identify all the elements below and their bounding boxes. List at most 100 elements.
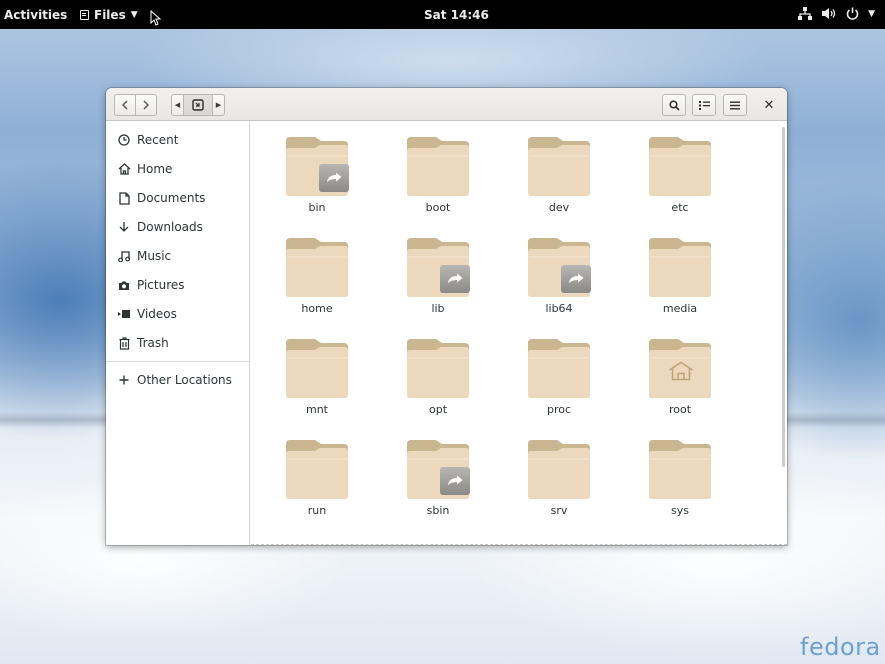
view-mode-button[interactable] (692, 94, 716, 116)
folder-item[interactable]: proc (509, 327, 609, 427)
folder-item[interactable]: media (630, 226, 730, 326)
close-icon[interactable]: ✕ (760, 97, 778, 113)
folder-item[interactable]: opt (388, 327, 488, 427)
folder-item[interactable]: bin (267, 125, 367, 225)
folder-label: sys (671, 504, 689, 517)
folder-icon (286, 440, 348, 499)
folder-label: mnt (306, 403, 328, 416)
download-icon (117, 220, 131, 234)
header-bar: ◀ ▶ ✕ (106, 88, 787, 121)
folder-icon (407, 137, 469, 196)
home-icon (117, 162, 131, 176)
symlink-arrow-icon (440, 265, 470, 293)
forward-button[interactable] (135, 94, 157, 116)
activities-button[interactable]: Activities (4, 8, 67, 22)
small-right-arrow-icon: ▶ (215, 101, 222, 109)
folder-icon (528, 137, 590, 196)
folder-icon (649, 137, 711, 196)
folder-label: boot (425, 201, 451, 214)
folder-label: home (301, 302, 333, 315)
path-bar-root-button[interactable] (183, 94, 213, 116)
folder-item[interactable]: home (267, 226, 367, 326)
small-left-arrow-icon: ◀ (174, 101, 181, 109)
folder-label: proc (546, 403, 572, 416)
menu-button[interactable] (723, 94, 747, 116)
grid-bottom-edge (251, 544, 787, 545)
folder-item[interactable]: boot (388, 125, 488, 225)
video-icon (117, 307, 131, 321)
search-icon (668, 99, 680, 111)
sidebar-item-label: Videos (137, 307, 177, 321)
sidebar-item-recent[interactable]: Recent (106, 127, 249, 153)
folder-label: srv (550, 504, 568, 517)
folder-icon (649, 440, 711, 499)
folder-icon (649, 238, 711, 297)
folder-label: media (662, 302, 698, 315)
search-button[interactable] (662, 94, 686, 116)
scroll-indicator[interactable] (782, 127, 785, 467)
sidebar-item-videos[interactable]: Videos (106, 301, 249, 327)
file-grid: bin boot dev etc home lib lib64 media mnt opt proc… (251, 121, 787, 545)
back-button[interactable] (114, 94, 136, 116)
sidebar-item-trash[interactable]: Trash (106, 330, 249, 356)
folder-item[interactable]: srv (509, 428, 609, 528)
folder-icon (407, 339, 469, 398)
files-app-icon (80, 10, 89, 20)
folder-icon (528, 339, 590, 398)
sidebar-item-label: Pictures (137, 278, 185, 292)
sidebar-item-label: Trash (137, 336, 169, 350)
sidebar-item-label: Downloads (137, 220, 203, 234)
sidebar-item-downloads[interactable]: Downloads (106, 214, 249, 240)
files-window: ◀ ▶ ✕ Recent Home Documents Downloads Mu… (106, 88, 787, 545)
sidebar-item-label: Other Locations (137, 373, 232, 387)
music-icon (117, 249, 131, 263)
folder-item[interactable]: run (267, 428, 367, 528)
symlink-arrow-icon (561, 265, 591, 293)
folder-label: bin (308, 201, 326, 214)
path-scroll-right-button[interactable]: ▶ (212, 94, 225, 116)
folder-item[interactable]: lib (388, 226, 488, 326)
home-emblem-icon (668, 361, 694, 384)
folder-label: opt (428, 403, 448, 416)
network-icon (798, 7, 813, 20)
clock-icon (117, 133, 131, 147)
sidebar-item-pictures[interactable]: Pictures (106, 272, 249, 298)
status-menu-caret-icon: ▼ (868, 8, 875, 19)
sidebar-item-other-locations[interactable]: Other Locations (106, 367, 249, 393)
folder-icon (286, 238, 348, 297)
caret-down-icon: ▼ (130, 10, 138, 20)
drive-icon (192, 99, 204, 111)
document-icon (117, 191, 131, 205)
folder-label: lib64 (545, 302, 573, 315)
sidebar-item-home[interactable]: Home (106, 156, 249, 182)
folder-label: sbin (426, 504, 450, 517)
chevron-right-icon (143, 100, 149, 110)
folder-item[interactable]: dev (509, 125, 609, 225)
top-bar: Activities Files ▼ Sat 14:46 ▼ (0, 0, 885, 29)
folder-label: etc (671, 201, 689, 214)
symlink-arrow-icon (319, 164, 349, 192)
volume-icon (822, 8, 836, 19)
sidebar-item-label: Documents (137, 191, 206, 205)
app-menu[interactable]: Files ▼ (80, 8, 138, 22)
status-area[interactable]: ▼ (798, 7, 875, 20)
folder-item[interactable]: sys (630, 428, 730, 528)
folder-item[interactable]: lib64 (509, 226, 609, 326)
list-view-icon (698, 100, 710, 110)
sidebar-item-label: Recent (137, 133, 179, 147)
folder-item[interactable]: root (630, 327, 730, 427)
folder-label: run (307, 504, 327, 517)
sidebar-item-music[interactable]: Music (106, 243, 249, 269)
power-icon (846, 7, 859, 20)
folder-label: dev (548, 201, 570, 214)
sidebar-separator (106, 361, 249, 362)
clock[interactable]: Sat 14:46 (424, 8, 489, 22)
plus-icon (117, 373, 131, 387)
sidebar: Recent Home Documents Downloads Music Pi… (106, 121, 250, 545)
folder-item[interactable]: mnt (267, 327, 367, 427)
folder-icon (528, 440, 590, 499)
folder-item[interactable]: sbin (388, 428, 488, 528)
folder-item[interactable]: etc (630, 125, 730, 225)
app-menu-label: Files (94, 8, 126, 22)
sidebar-item-documents[interactable]: Documents (106, 185, 249, 211)
